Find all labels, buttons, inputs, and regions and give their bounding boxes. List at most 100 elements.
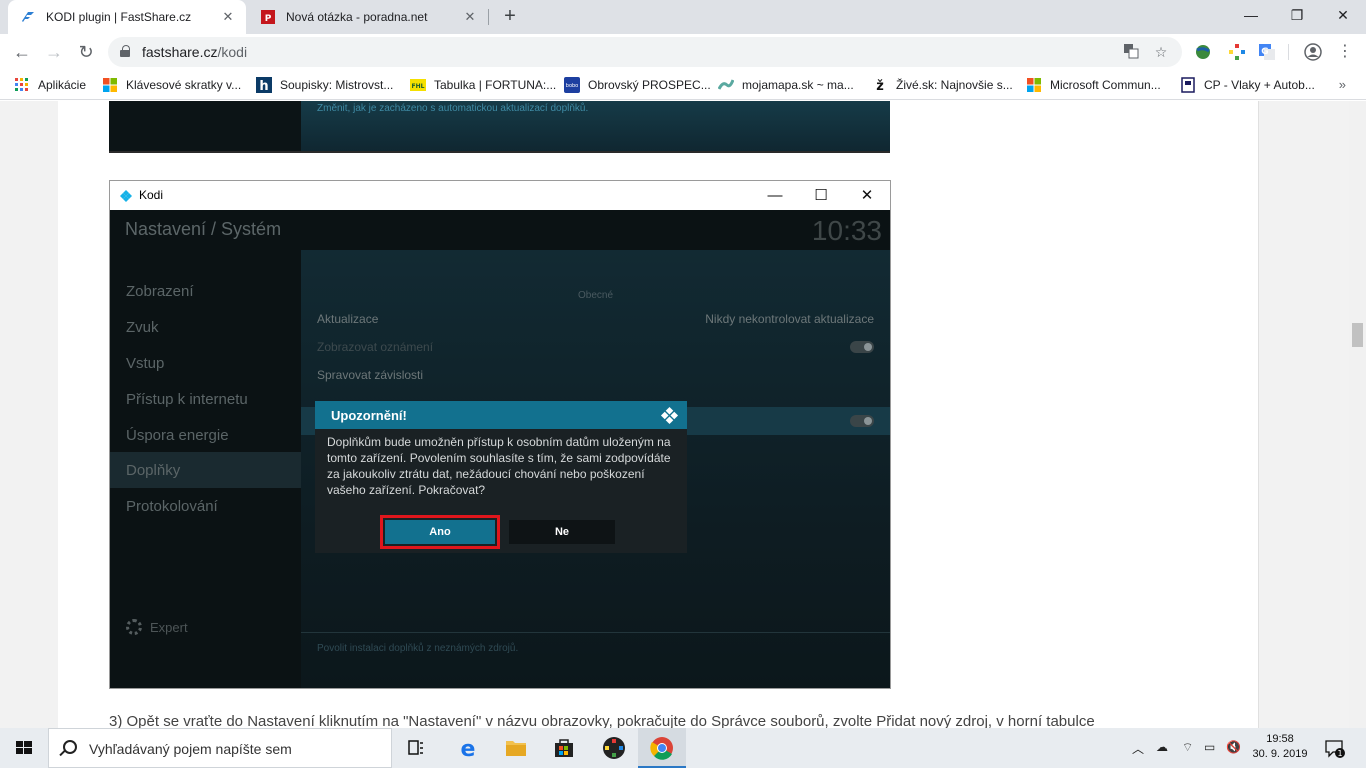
svg-text:e: e [461,737,476,762]
bookmark-item[interactable]: h Soupisky: Mistrovst... [256,77,393,94]
search-icon [63,740,77,754]
forward-arrow-icon[interactable]: → [40,38,68,66]
kodi-window-title: Kodi [139,188,164,202]
kodi-menu-item: Zvuk [126,319,159,336]
kodi-titlebar: Kodi — ☐ ✕ [110,181,890,210]
close-window-icon[interactable]: ✕ [1320,0,1366,30]
minimize-window-icon[interactable]: — [1228,0,1274,30]
store-icon[interactable] [540,728,588,768]
wifi-icon[interactable]: ⌔ [1182,740,1193,755]
page-scrollbar[interactable] [1349,101,1366,728]
bookmarks-overflow-button[interactable]: » [1339,77,1346,92]
svg-text:G: G [1261,47,1268,57]
tab-close-icon[interactable]: ✕ [462,9,478,25]
page-content: Změnit, jak je zacházeno s automatickou … [0,101,1366,728]
tab-separator [488,9,489,25]
svg-text:P: P [265,14,272,24]
bookmark-item[interactable]: Klávesové skratky v... [102,77,241,93]
reload-icon[interactable]: ↻ [72,38,100,66]
bookmark-star-icon[interactable]: ☆ [1152,43,1170,61]
kodi-menu-item: Úspora energie [126,427,229,444]
bookmark-label: Microsoft Commun... [1050,78,1161,92]
content-border [1258,101,1259,728]
yes-button[interactable]: Ano [385,520,495,544]
setting-label: Spravovat závislosti [317,368,424,382]
tray-chevron-up-icon[interactable]: ︿ [1132,740,1144,757]
bookmark-label: Aplikácie [38,78,87,92]
extension-globe-icon[interactable] [1194,43,1212,61]
poradna-favicon-icon: P [260,9,276,25]
bookmark-item[interactable]: mojamapa.sk ~ ma... [717,77,854,93]
kodi-menu-item: Přístup k internetu [126,391,248,408]
scrollbar-thumb[interactable] [1352,323,1363,347]
bookmark-item[interactable]: FHL Tabulka | FORTUNA:... [410,77,556,93]
svg-text:h: h [259,79,268,93]
h-logo-icon: h [256,77,272,94]
maximize-window-icon[interactable]: ❐ [1274,0,1320,30]
search-placeholder: Vyhľadávaný pojem napíšte sem [89,741,292,757]
file-explorer-icon[interactable] [492,728,540,768]
browser-tab-strip: KODI plugin | FastShare.cz ✕ P Nová otáz… [0,0,1366,34]
address-url: fastshare.cz/kodi [142,44,248,60]
taskbar-search-box[interactable]: Vyhľadávaný pojem napíšte sem [48,728,392,768]
notification-center-icon[interactable]: 1 [1322,736,1346,760]
warning-dialog: Upozornění! Doplňkům bude umožněn přístu… [315,401,687,553]
tab-title: Nová otázka - poradna.net [286,10,428,24]
dialog-title: Upozornění! [331,408,407,423]
volume-muted-icon[interactable]: 🔇 [1226,740,1241,754]
bookmark-label: Živé.sk: Najnovšie s... [896,78,1013,92]
chrome-icon[interactable] [638,728,686,768]
microsoft-icon [1026,77,1042,93]
tab-poradna[interactable]: P Nová otázka - poradna.net ✕ [248,0,488,34]
fastshare-favicon-icon [20,9,36,25]
translate-icon[interactable] [1122,43,1140,61]
clock-date: 30. 9. 2019 [1252,748,1308,760]
task-view-icon[interactable] [392,728,440,768]
new-tab-button[interactable]: + [498,5,522,29]
kodi-menu-item: Protokolování [126,498,218,515]
toolbar-divider [1288,44,1289,60]
google-translate-icon[interactable]: G [1258,43,1276,61]
bookmark-item[interactable]: Microsoft Commun... [1026,77,1161,93]
kodi-menu-item-selected: Doplňky [126,462,181,479]
back-arrow-icon[interactable]: ← [8,38,36,66]
clock-time: 19:58 [1266,733,1294,745]
profile-avatar-icon[interactable] [1304,43,1322,61]
bookmark-item[interactable]: bobo Obrovský PROSPEC... [564,77,711,93]
expert-label: Expert [150,619,188,635]
windows-taskbar: Vyhľadávaný pojem napíšte sem e ︿ ☁ ⌔ ▭ … [0,728,1366,768]
browser-menu-icon[interactable]: ⋮ [1336,41,1354,60]
setting-description: Změnit, jak je zacházeno s automatickou … [317,103,589,114]
kodi-heading: Nastavení / Systém [125,219,282,239]
gear-icon [126,619,142,635]
bookmark-apps[interactable]: Aplikácie [14,77,86,93]
notification-count: 1 [1337,749,1342,758]
colorful-app-icon[interactable] [590,728,638,768]
windows-start-icon[interactable] [0,728,48,768]
battery-icon[interactable]: ▭ [1204,740,1215,754]
bookmark-label: mojamapa.sk ~ ma... [742,78,854,92]
bookmark-item[interactable]: ž Živé.sk: Najnovšie s... [872,77,1013,94]
bookmark-label: Tabulka | FORTUNA:... [434,78,557,92]
lock-icon [120,45,130,57]
map-icon [717,77,735,93]
dialog-message: Doplňkům bude umožněn přístup k osobním … [327,435,671,497]
onedrive-icon[interactable]: ☁ [1156,740,1168,754]
kodi-close-icon: ✕ [860,187,874,204]
page-gutter-left [0,101,58,728]
address-bar[interactable]: fastshare.cz/kodi ☆ [108,37,1182,67]
bottom-edge-line [508,688,700,689]
kodi-menu-item: Zobrazení [126,283,194,300]
bookmarks-bar: Aplikácie Klávesové skratky v... h Soupi… [0,70,1366,100]
no-button[interactable]: Ne [509,520,615,544]
tab-close-icon[interactable]: ✕ [220,9,236,25]
edge-browser-icon[interactable]: e [444,728,492,768]
setting-toggle [850,341,874,353]
bookmark-label: Klávesové skratky v... [126,78,242,92]
tab-title: KODI plugin | FastShare.cz [46,10,192,24]
taskbar-clock[interactable]: 19:58 30. 9. 2019 [1250,732,1310,762]
extension-diamond-icon[interactable] [1228,43,1246,61]
tab-fastshare[interactable]: KODI plugin | FastShare.cz ✕ [8,0,246,34]
setting-label: Zobrazovat oznámení [317,340,434,354]
bookmark-item[interactable]: CP - Vlaky + Autob... [1180,77,1315,93]
